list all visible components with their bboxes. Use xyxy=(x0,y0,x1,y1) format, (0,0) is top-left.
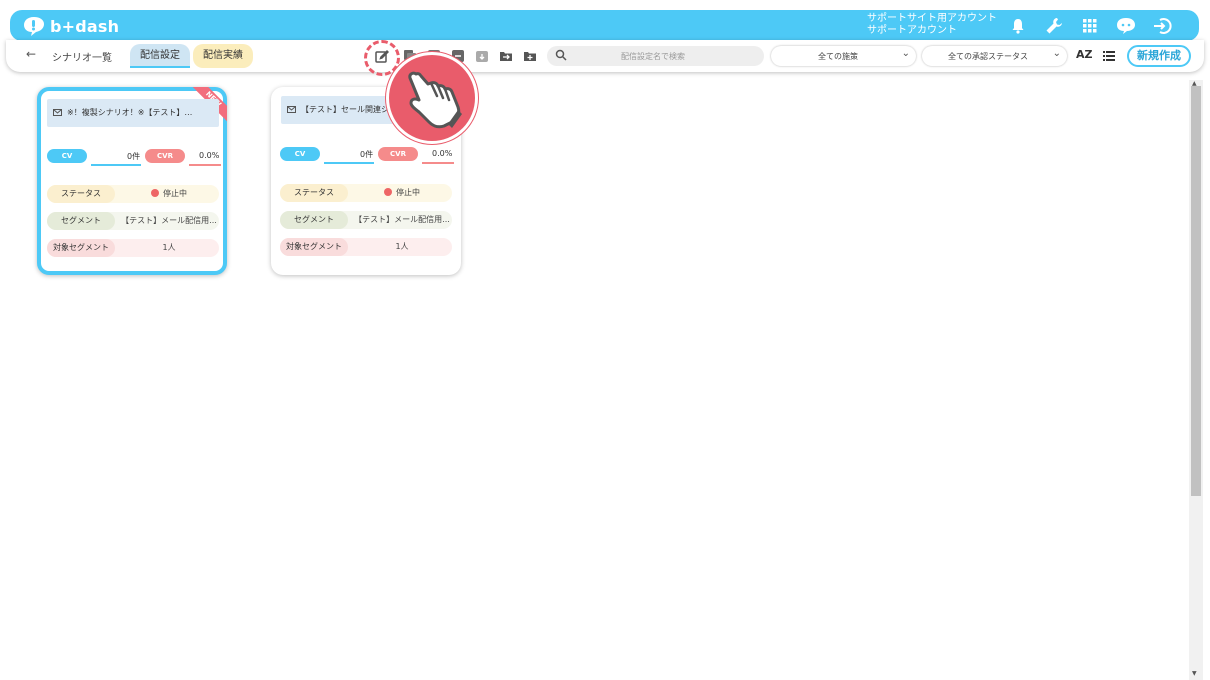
cvr-label: CVR xyxy=(145,149,185,163)
folder-add-icon[interactable] xyxy=(523,49,537,63)
target-label: 対象セグメント xyxy=(47,239,115,257)
wrench-icon[interactable] xyxy=(1044,16,1064,36)
cv-underline xyxy=(91,164,141,166)
chevron-down-icon: ⌄ xyxy=(901,48,910,59)
bell-icon[interactable] xyxy=(1008,16,1028,36)
cv-value: 0件 xyxy=(127,152,141,161)
cvr-underline xyxy=(189,164,221,166)
segment-value: 【テスト】メール配信用... xyxy=(354,215,450,224)
cvr-label: CVR xyxy=(378,147,418,161)
measure-filter-select[interactable]: 全ての施策 ⌄ xyxy=(771,46,916,66)
target-value: 1人 xyxy=(395,242,409,251)
vertical-scrollbar[interactable]: ▲ ▼ xyxy=(1189,80,1203,680)
scroll-down-arrow-icon[interactable]: ▼ xyxy=(1192,670,1197,677)
segment-row: セグメント 【テスト】メール配信用... xyxy=(280,211,452,229)
status-row: ステータス 停止中 xyxy=(47,185,219,203)
cvr-value: 0.0% xyxy=(432,149,453,158)
approval-filter-value: 全ての承認ステータス xyxy=(948,52,1028,61)
account-name-line1: サポートサイト用アカウント xyxy=(867,13,997,24)
status-value: 停止中 xyxy=(119,185,219,203)
status-text: 停止中 xyxy=(163,189,187,198)
logo-speech-icon xyxy=(24,17,44,36)
status-label: ステータス xyxy=(47,185,115,203)
pointing-hand-icon xyxy=(408,71,462,129)
search-icon xyxy=(555,49,567,61)
sort-az-icon[interactable]: AZ xyxy=(1076,48,1093,61)
card-title-text: ※！複製シナリオ！※【テスト】… xyxy=(67,108,193,117)
search-placeholder: 配信設定名で検索 xyxy=(621,52,685,61)
back-arrow-icon[interactable]: ← xyxy=(26,47,36,61)
metric-row: CV 0件 CVR 0.0% xyxy=(47,149,221,166)
logout-icon[interactable] xyxy=(1152,16,1172,36)
cv-label: CV xyxy=(280,147,320,161)
scrollbar-thumb[interactable] xyxy=(1191,86,1201,496)
chevron-down-icon: ⌄ xyxy=(1052,48,1061,59)
account-name-line2: サポートアカウント xyxy=(867,25,957,36)
scenario-card[interactable]: NEW ※！複製シナリオ！※【テスト】… CV 0件 CVR 0.0% ステータ… xyxy=(37,87,227,275)
cv-underline xyxy=(324,162,374,164)
cv-label: CV xyxy=(47,149,87,163)
grid-icon[interactable] xyxy=(1080,16,1100,36)
status-text: 停止中 xyxy=(396,188,420,197)
tab-delivery-settings[interactable]: 配信設定 xyxy=(130,44,190,68)
measure-filter-value: 全ての施策 xyxy=(818,52,858,61)
approval-filter-select[interactable]: 全ての承認ステータス ⌄ xyxy=(922,46,1067,66)
cvr-underline xyxy=(422,162,454,164)
segment-value: 【テスト】メール配信用... xyxy=(121,216,217,225)
folder-move-icon[interactable] xyxy=(499,49,513,63)
card-title-text: 【テスト】セール関連シ xyxy=(301,105,389,114)
segment-label: セグメント xyxy=(280,211,348,229)
target-row: 対象セグメント 1人 xyxy=(280,238,452,256)
segment-row: セグメント 【テスト】メール配信用... xyxy=(47,212,219,230)
mail-icon xyxy=(53,109,62,116)
cv-value: 0件 xyxy=(360,150,374,159)
status-label: ステータス xyxy=(280,184,348,202)
account-info[interactable]: サポートサイト用アカウント サポートアカウント xyxy=(867,13,997,37)
tap-hint-circle xyxy=(386,52,478,144)
list-view-icon[interactable] xyxy=(1103,51,1115,61)
metric-row: CV 0件 CVR 0.0% xyxy=(280,147,454,164)
app-window: b+dash サポートサイト用アカウント サポートアカウント ← シナリオ一覧 … xyxy=(0,0,1210,680)
pause-icon xyxy=(384,187,392,196)
cvr-value: 0.0% xyxy=(199,151,220,160)
chat-bot-icon[interactable] xyxy=(1116,16,1136,36)
logo[interactable]: b+dash xyxy=(22,14,119,38)
target-value: 1人 xyxy=(162,243,176,252)
search-box[interactable]: 配信設定名で検索 xyxy=(547,46,764,66)
status-row: ステータス 停止中 xyxy=(280,184,452,202)
logo-text: b+dash xyxy=(50,16,120,36)
pause-icon xyxy=(151,188,159,197)
breadcrumb-scenario-list[interactable]: シナリオ一覧 xyxy=(52,49,112,64)
mail-icon xyxy=(287,106,296,113)
new-create-button[interactable]: 新規作成 xyxy=(1127,45,1191,67)
target-row: 対象セグメント 1人 xyxy=(47,239,219,257)
target-label: 対象セグメント xyxy=(280,238,348,256)
toolbar: ← シナリオ一覧 配信設定 配信実績 配信設定名で検索 全ての施策 ⌄ 全ての承… xyxy=(6,40,1204,72)
status-value: 停止中 xyxy=(352,184,452,202)
card-title: ※！複製シナリオ！※【テスト】… xyxy=(47,99,219,127)
segment-label: セグメント xyxy=(47,212,115,230)
top-header: b+dash サポートサイト用アカウント サポートアカウント xyxy=(10,10,1199,41)
tab-delivery-results[interactable]: 配信実績 xyxy=(193,44,253,68)
